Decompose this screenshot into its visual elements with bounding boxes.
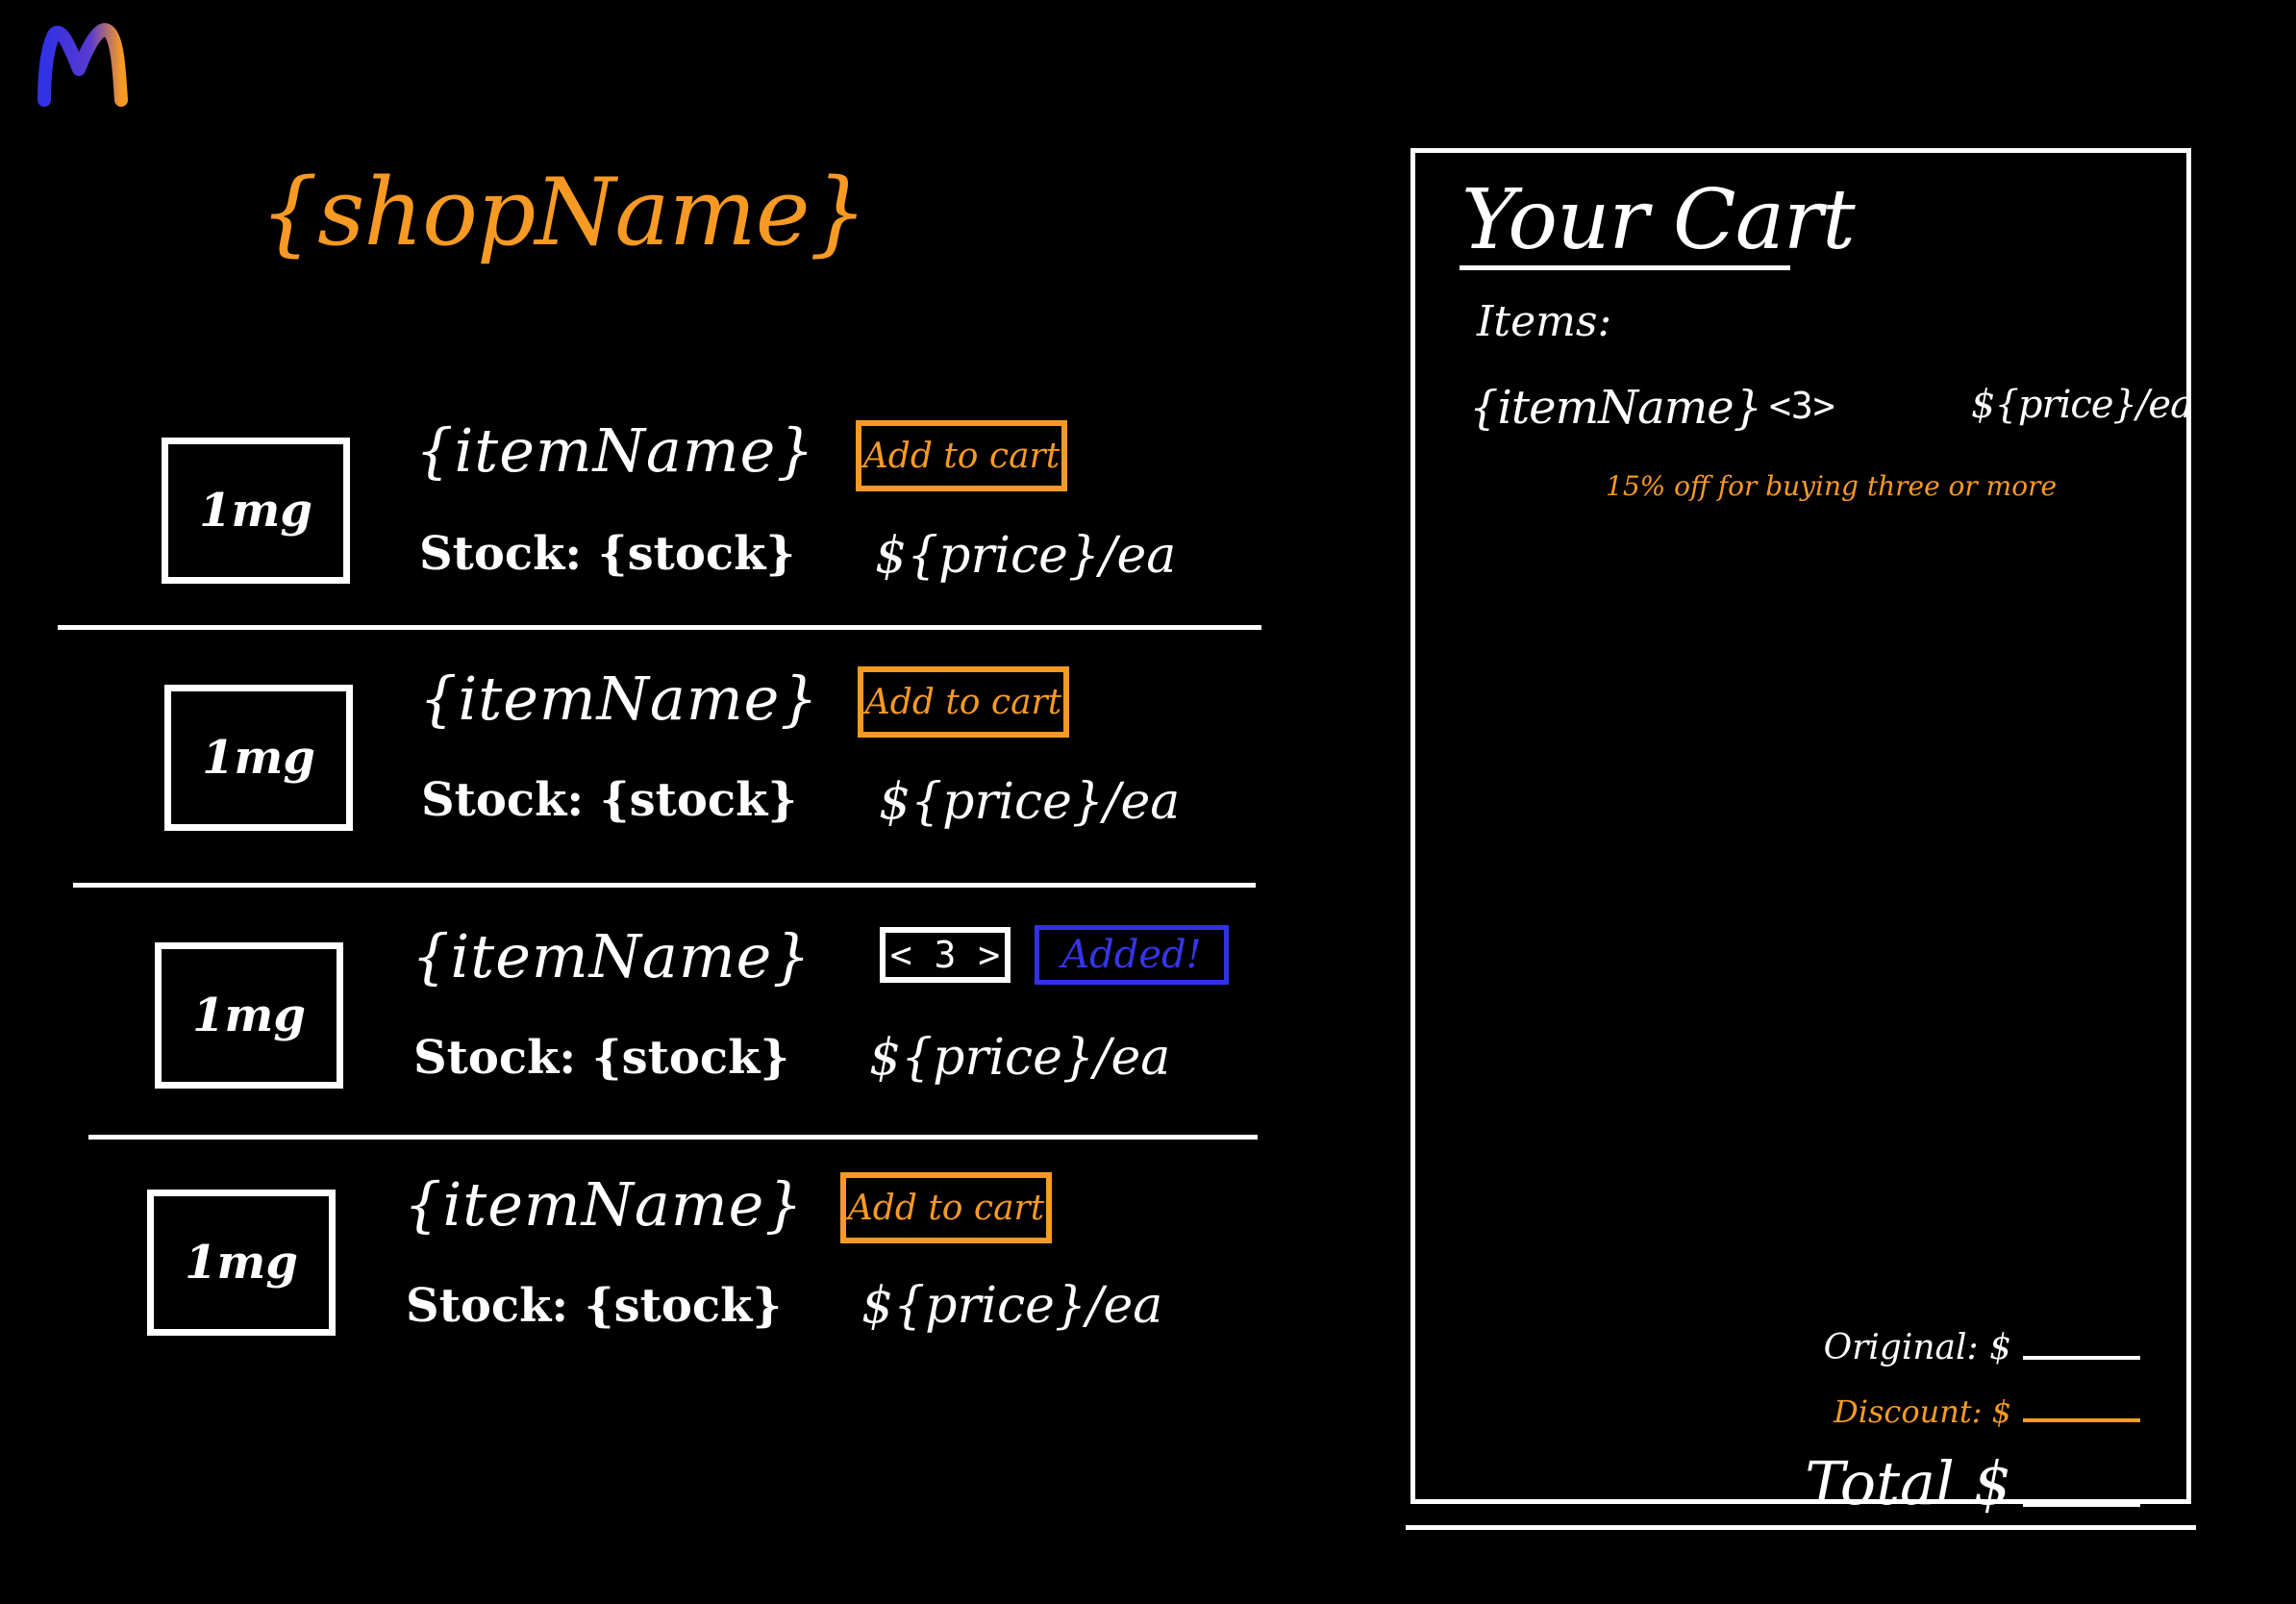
item-thumbnail: 1mg	[147, 1190, 336, 1336]
cart-line-item: {itemName} <3> ${price}/ea	[1469, 381, 2193, 448]
quantity-stepper[interactable]: < 3 >	[880, 927, 1011, 983]
added-button[interactable]: Added!	[1035, 925, 1229, 985]
cart-item-price: ${price}/ea	[1971, 383, 2193, 427]
summary-original: Original: $	[1824, 1328, 2140, 1367]
cart-title: Your Cart	[1461, 172, 1856, 268]
summary-original-value	[2023, 1356, 2140, 1360]
item-price: ${price}/ea	[875, 527, 1177, 585]
item-name: {itemName}	[415, 415, 815, 486]
item-divider	[73, 883, 1256, 888]
summary-total: Total $	[1805, 1448, 2140, 1518]
summary-discount-value	[2023, 1418, 2140, 1422]
item-stock: Stock: {stock}	[413, 1031, 790, 1085]
summary-total-label: Total $	[1805, 1448, 2011, 1518]
item-price: ${price}/ea	[879, 773, 1181, 831]
summary-original-label: Original: $	[1823, 1328, 2011, 1367]
cart-discount-note: 15% off for buying three or more	[1606, 470, 2058, 502]
cart-items-label: Items:	[1477, 297, 1612, 346]
cart-title-underline	[1460, 265, 1790, 270]
summary-discount-label: Discount: $	[1834, 1393, 2011, 1430]
cart-item-name: {itemName}	[1469, 381, 1762, 435]
add-to-cart-button[interactable]: Add to cart	[840, 1172, 1052, 1243]
cart-item-quantity[interactable]: <3>	[1769, 385, 1835, 427]
item-name: {itemName}	[404, 1169, 804, 1240]
item-name: {itemName}	[412, 921, 811, 991]
item-name: {itemName}	[419, 664, 819, 734]
item-divider	[88, 1135, 1258, 1140]
item-list: 1mg {itemName} Stock: {stock} Add to car…	[0, 0, 1288, 1394]
cart-bottom-line	[1406, 1525, 2196, 1530]
summary-total-value	[2023, 1503, 2140, 1507]
add-to-cart-button[interactable]: Add to cart	[856, 420, 1067, 491]
item-thumbnail: 1mg	[155, 942, 343, 1089]
item-thumbnail: 1mg	[164, 685, 353, 831]
item-divider	[58, 625, 1261, 630]
item-stock: Stock: {stock}	[419, 527, 796, 581]
item-stock: Stock: {stock}	[406, 1279, 783, 1333]
item-price: ${price}/ea	[861, 1277, 1163, 1335]
cart-panel: Your Cart Items: {itemName} <3> ${price}…	[1410, 148, 2193, 1518]
summary-discount: Discount: $	[1834, 1393, 2140, 1430]
item-price: ${price}/ea	[869, 1029, 1171, 1087]
item-stock: Stock: {stock}	[421, 773, 798, 827]
add-to-cart-button[interactable]: Add to cart	[858, 666, 1069, 738]
item-thumbnail: 1mg	[162, 438, 350, 584]
